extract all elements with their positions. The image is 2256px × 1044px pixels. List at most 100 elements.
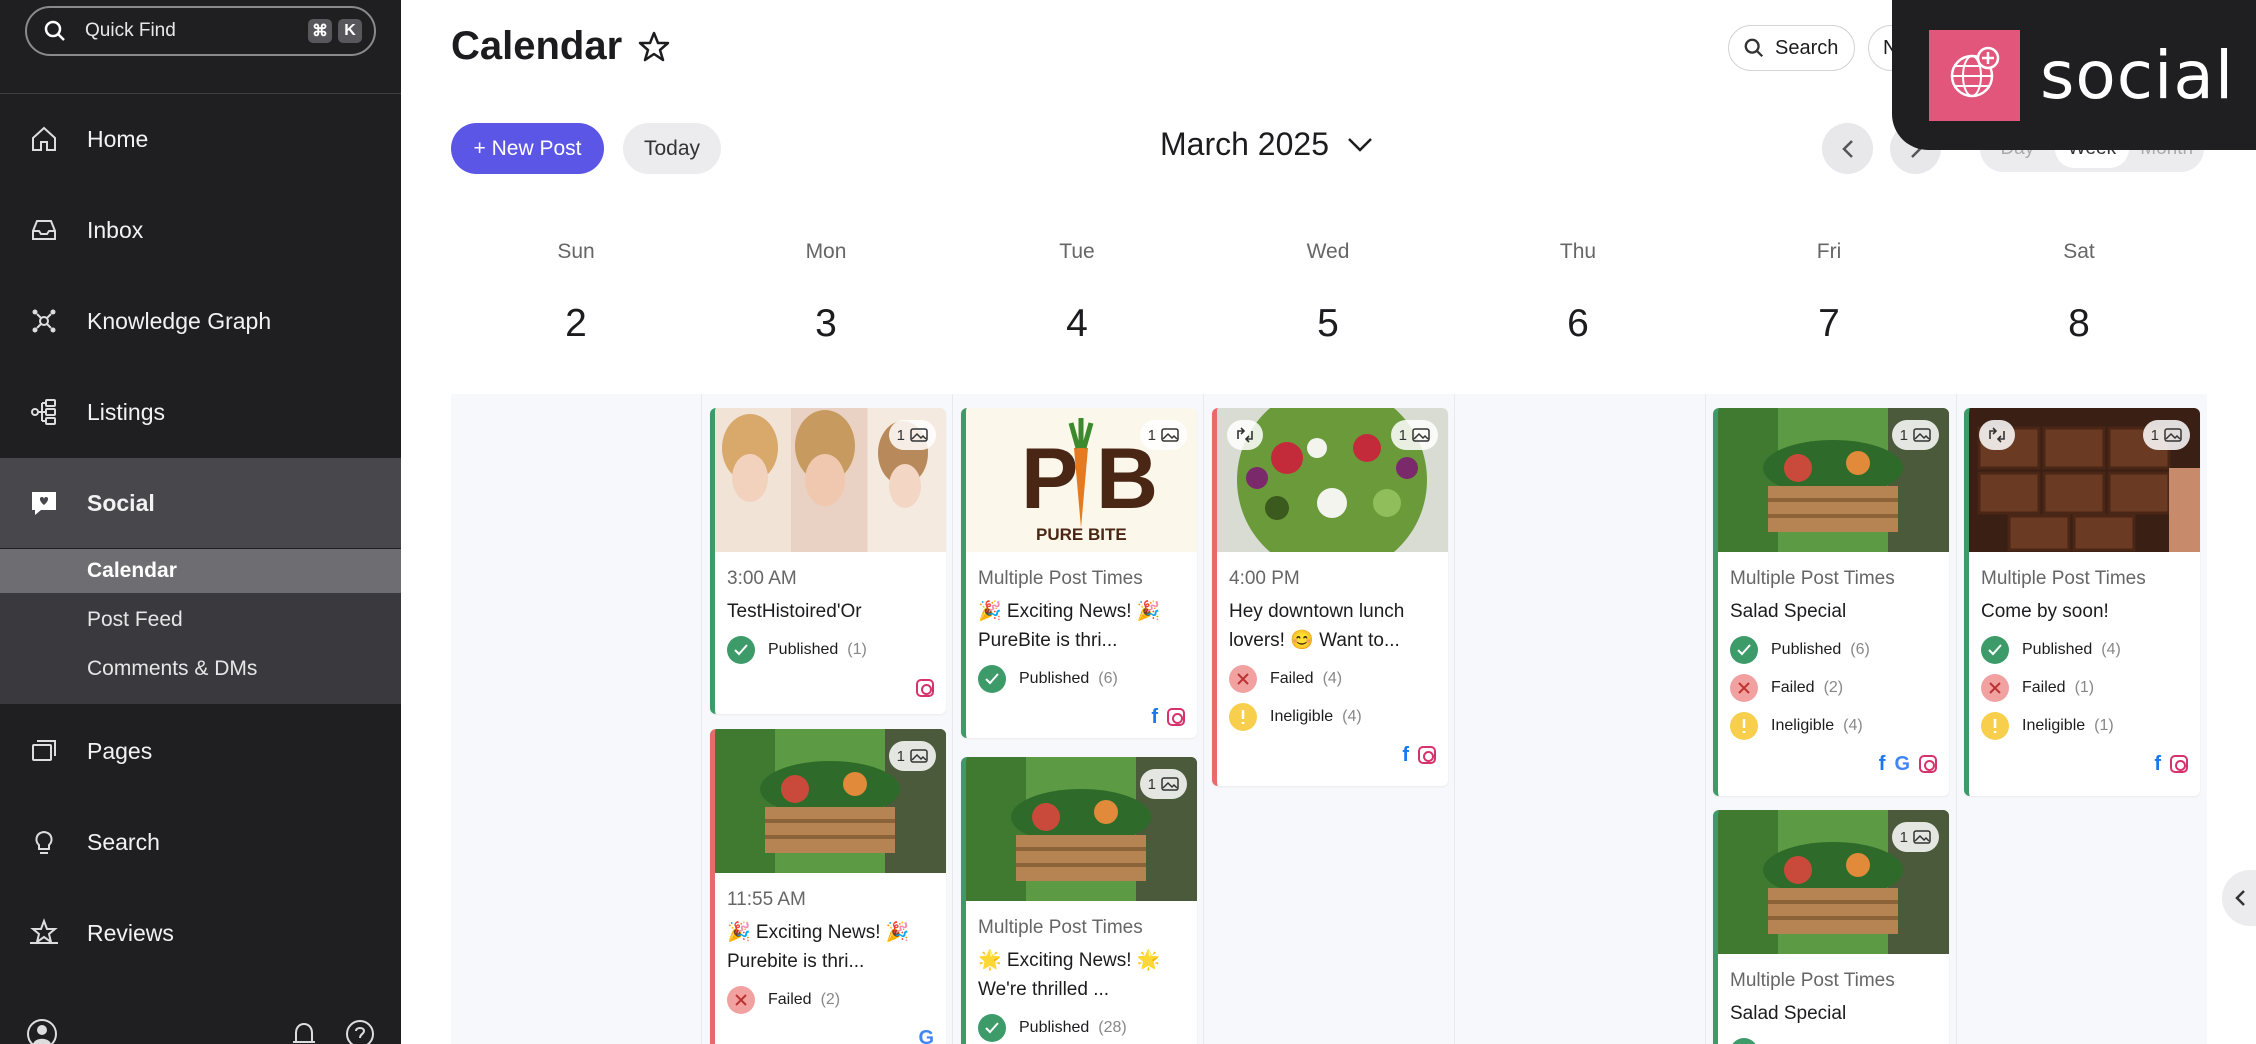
status-count: (1) <box>2094 717 2114 734</box>
check-icon <box>978 1014 1006 1042</box>
image-icon <box>1161 428 1179 442</box>
subnav-item-calendar[interactable]: Calendar <box>0 549 401 593</box>
image-count-badge: 1 <box>1139 420 1187 450</box>
sidebar-item-listings[interactable]: Listings <box>0 367 401 457</box>
post-card[interactable]: 1 Multiple Post Times Salad Special <box>1713 810 1949 1044</box>
post-card[interactable]: 1 Multiple Post Times Salad Special Publ… <box>1713 408 1949 796</box>
quick-find-input[interactable]: Quick Find ⌘ K <box>25 6 376 56</box>
image-icon <box>1412 428 1430 442</box>
column-divider <box>1705 394 1706 1044</box>
status-label: Ineligible <box>1771 717 1835 734</box>
status-count: (1) <box>2074 679 2095 696</box>
help-icon[interactable] <box>344 1018 376 1044</box>
listings-icon <box>28 396 60 428</box>
status-row: Published (28) <box>978 1014 1197 1042</box>
day-number-thu[interactable]: 6 <box>1453 302 1703 346</box>
post-image-vegetable-crate: 1 <box>1718 408 1949 552</box>
day-number-sat[interactable]: 8 <box>1954 302 2204 346</box>
status-row: Failed (2) <box>727 986 946 1014</box>
day-header-mon: Mon <box>805 240 847 263</box>
day-header-sun: Sun <box>557 240 595 263</box>
platform-icons <box>715 678 934 698</box>
repeat-icon <box>1227 420 1263 450</box>
post-image-chocolate: 1 <box>1969 408 2200 552</box>
status-count: (4) <box>1322 670 1343 687</box>
sidebar-item-pages[interactable]: Pages <box>0 706 401 796</box>
prev-week-button[interactable] <box>1822 123 1873 174</box>
post-card[interactable]: 1 11:55 AM 🎉 Exciting News! 🎉 Purebite i… <box>710 729 946 1044</box>
column-divider <box>1203 394 1204 1044</box>
sidebar: Quick Find ⌘ K Home Inbox Knowledge Grap… <box>0 0 401 1044</box>
day-column-sun[interactable] <box>451 394 701 1044</box>
post-card[interactable]: 1 4:00 PM Hey downtown lunch lovers! 😊 W… <box>1212 408 1448 786</box>
google-icon: G <box>1894 752 1910 775</box>
app-window: Quick Find ⌘ K Home Inbox Knowledge Grap… <box>0 0 2256 1044</box>
day-number-tue[interactable]: 4 <box>952 302 1202 346</box>
bell-icon[interactable] <box>288 1018 320 1044</box>
day-column-thu[interactable] <box>1455 394 1705 1044</box>
sidebar-footer <box>0 1012 401 1044</box>
search-button[interactable]: Search <box>1728 25 1855 71</box>
post-image-purebite-logo: P B PURE BITE 1 <box>966 408 1197 552</box>
instagram-icon <box>1167 708 1185 726</box>
chevron-down-icon <box>1348 137 1372 152</box>
check-icon <box>1730 636 1758 664</box>
platform-icons: f <box>966 706 1185 728</box>
sidebar-item-reviews[interactable]: Reviews <box>0 888 401 978</box>
x-icon <box>727 986 755 1014</box>
post-card[interactable]: 1 3:00 AM TestHistoired'Or Published (1) <box>710 408 946 714</box>
post-card[interactable]: 1 Multiple Post Times Come by soon! Publ… <box>1964 408 2200 796</box>
page-title-text: Calendar <box>451 24 623 68</box>
post-card[interactable]: 1 Multiple Post Times 🌟 Exciting News! 🌟… <box>961 757 1197 1044</box>
day-number-mon[interactable]: 3 <box>701 302 951 346</box>
search-button-label: Search <box>1775 36 1839 59</box>
post-title: Hey downtown lunch lovers! 😊 Want to... <box>1229 601 1405 651</box>
inbox-icon <box>28 214 60 246</box>
sidebar-item-knowledge-graph[interactable]: Knowledge Graph <box>0 276 401 366</box>
status-label: Published <box>768 641 839 658</box>
sidebar-item-label: Pages <box>87 737 153 764</box>
star-icon[interactable] <box>636 29 672 65</box>
image-count-badge: 1 <box>888 741 936 771</box>
subnav-item-comments-dms[interactable]: Comments & DMs <box>0 647 401 691</box>
month-picker[interactable]: March 2025 <box>1160 126 1373 163</box>
chevron-left-icon <box>2235 890 2245 906</box>
day-number-fri[interactable]: 7 <box>1704 302 1954 346</box>
post-time: Multiple Post Times <box>1730 568 1895 589</box>
sidebar-item-social[interactable]: Social <box>0 458 401 548</box>
today-button[interactable]: Today <box>623 123 721 174</box>
sidebar-item-search[interactable]: Search <box>0 797 401 887</box>
status-count: (2) <box>1823 679 1844 696</box>
sidebar-item-label: Search <box>87 828 160 855</box>
expand-panel-button[interactable] <box>2222 870 2256 926</box>
google-icon: G <box>918 1026 934 1044</box>
status-row: Failed (2) <box>1730 674 1949 702</box>
post-title: 🎉 Exciting News! 🎉 PureBite is thri... <box>978 601 1161 651</box>
subnav-item-post-feed[interactable]: Post Feed <box>0 598 401 642</box>
pages-icon <box>28 735 60 767</box>
facebook-icon: f <box>1878 752 1886 775</box>
day-number-sun[interactable]: 2 <box>451 302 701 346</box>
post-card[interactable]: P B PURE BITE 1 Multiple Post Times 🎉 Exci… <box>961 408 1197 738</box>
image-count-badge: 1 <box>1891 420 1939 450</box>
status-row: Published (6) <box>1730 636 1949 664</box>
post-time: Multiple Post Times <box>978 568 1143 589</box>
status-row <box>1730 1038 1949 1044</box>
repeat-icon <box>1979 420 2015 450</box>
day-number-wed[interactable]: 5 <box>1203 302 1453 346</box>
x-icon <box>1229 665 1257 693</box>
social-icon <box>28 487 60 519</box>
status-label: Ineligible <box>1270 708 1334 725</box>
new-post-button[interactable]: + New Post <box>451 123 604 174</box>
instagram-icon <box>1418 746 1436 764</box>
sidebar-item-label: Knowledge Graph <box>87 307 272 334</box>
check-icon <box>978 665 1006 693</box>
sidebar-item-home[interactable]: Home <box>0 94 401 184</box>
status-row: Ineligible (4) <box>1229 703 1448 731</box>
sidebar-item-label: Home <box>87 125 149 152</box>
page-title: Calendar <box>451 24 672 69</box>
sidebar-item-inbox[interactable]: Inbox <box>0 185 401 275</box>
image-count-badge: 1 <box>2142 420 2190 450</box>
check-icon <box>727 636 755 664</box>
user-icon[interactable] <box>26 1018 58 1044</box>
